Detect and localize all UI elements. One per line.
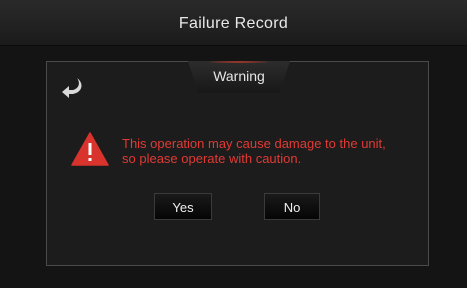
warning-tab-label: Warning (213, 68, 265, 84)
back-button[interactable] (58, 76, 86, 100)
warning-message: This operation may cause damage to the u… (122, 136, 422, 166)
warning-triangle-icon (71, 132, 109, 166)
yes-button[interactable]: Yes (154, 193, 212, 220)
title-bar: Failure Record (0, 0, 467, 46)
warning-message-line-2: so please operate with caution. (122, 151, 302, 166)
back-arrow-icon (62, 78, 82, 98)
no-button[interactable]: No (264, 193, 320, 220)
page-title: Failure Record (178, 15, 289, 32)
warning-message-line-1: This operation may cause damage to the u… (122, 136, 386, 151)
